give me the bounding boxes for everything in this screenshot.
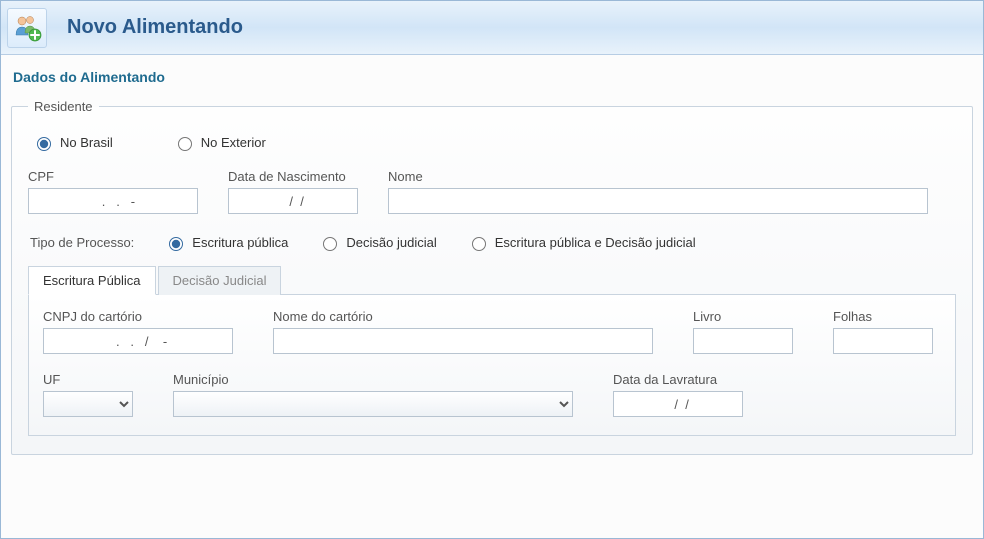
panel-row-1: CNPJ do cartório Nome do cartório Livro …: [43, 309, 941, 354]
label-uf: UF: [43, 372, 133, 387]
label-municipio: Município: [173, 372, 573, 387]
radio-input-escritura[interactable]: [169, 237, 183, 251]
label-data-lavratura: Data da Lavratura: [613, 372, 743, 387]
input-data-lavratura[interactable]: [613, 391, 743, 417]
field-uf: UF: [43, 372, 133, 417]
field-data-nascimento: Data de Nascimento: [228, 169, 358, 214]
radio-input-ambos[interactable]: [472, 237, 486, 251]
label-tipo-processo: Tipo de Processo:: [30, 235, 134, 250]
input-folhas[interactable]: [833, 328, 933, 354]
input-nome[interactable]: [388, 188, 928, 214]
radio-no-exterior[interactable]: No Exterior: [173, 134, 266, 151]
field-folhas: Folhas: [833, 309, 933, 354]
page-title: Novo Alimentando: [67, 16, 243, 39]
radio-input-decisao[interactable]: [323, 237, 337, 251]
label-cnpj-cartorio: CNPJ do cartório: [43, 309, 233, 324]
radio-input-no-exterior[interactable]: [178, 137, 192, 151]
select-uf[interactable]: [43, 391, 133, 417]
radio-label-no-brasil: No Brasil: [60, 135, 113, 150]
legend-residente: Residente: [28, 99, 99, 114]
radio-label-ambos: Escritura pública e Decisão judicial: [495, 235, 696, 250]
label-nome-cartorio: Nome do cartório: [273, 309, 653, 324]
panel-row-2: UF Município Data da Lavratura: [43, 372, 941, 417]
header-bar: Novo Alimentando: [1, 1, 983, 55]
field-nome-cartorio: Nome do cartório: [273, 309, 653, 354]
field-cnpj-cartorio: CNPJ do cartório: [43, 309, 233, 354]
tabs-container: Escritura Pública Decisão Judicial: [28, 265, 956, 295]
radio-input-no-brasil[interactable]: [37, 137, 51, 151]
tab-panel-escritura: CNPJ do cartório Nome do cartório Livro …: [28, 295, 956, 436]
radio-label-no-exterior: No Exterior: [201, 135, 266, 150]
radio-escritura-decisao[interactable]: Escritura pública e Decisão judicial: [467, 234, 696, 251]
radio-no-brasil[interactable]: No Brasil: [32, 134, 113, 151]
label-folhas: Folhas: [833, 309, 933, 324]
section-title: Dados do Alimentando: [13, 69, 973, 85]
radio-decisao-judicial[interactable]: Decisão judicial: [318, 234, 436, 251]
label-cpf: CPF: [28, 169, 198, 184]
window-frame: Novo Alimentando Dados do Alimentando Re…: [0, 0, 984, 539]
input-livro[interactable]: [693, 328, 793, 354]
field-municipio: Município: [173, 372, 573, 417]
radio-label-escritura: Escritura pública: [192, 235, 288, 250]
field-cpf: CPF: [28, 169, 198, 214]
fieldset-residente: Residente No Brasil No Exterior CPF Data: [11, 99, 973, 455]
select-municipio[interactable]: [173, 391, 573, 417]
input-data-nascimento[interactable]: [228, 188, 358, 214]
tab-decisao-judicial[interactable]: Decisão Judicial: [158, 266, 282, 295]
content-area: Dados do Alimentando Residente No Brasil…: [1, 55, 983, 465]
radio-escritura-publica[interactable]: Escritura pública: [164, 234, 288, 251]
fields-row-main: CPF Data de Nascimento Nome: [28, 169, 956, 214]
tab-escritura-publica[interactable]: Escritura Pública: [28, 266, 156, 295]
field-nome: Nome: [388, 169, 956, 214]
label-livro: Livro: [693, 309, 793, 324]
tipo-processo-row: Tipo de Processo: Escritura pública Deci…: [30, 234, 956, 251]
radio-label-decisao: Decisão judicial: [346, 235, 436, 250]
input-cnpj-cartorio[interactable]: [43, 328, 233, 354]
field-livro: Livro: [693, 309, 793, 354]
label-nome: Nome: [388, 169, 956, 184]
label-data-nascimento: Data de Nascimento: [228, 169, 358, 184]
field-data-lavratura: Data da Lavratura: [613, 372, 743, 417]
people-add-icon: [7, 8, 47, 48]
input-cpf[interactable]: [28, 188, 198, 214]
input-nome-cartorio[interactable]: [273, 328, 653, 354]
radio-group-residente: No Brasil No Exterior: [32, 134, 956, 151]
